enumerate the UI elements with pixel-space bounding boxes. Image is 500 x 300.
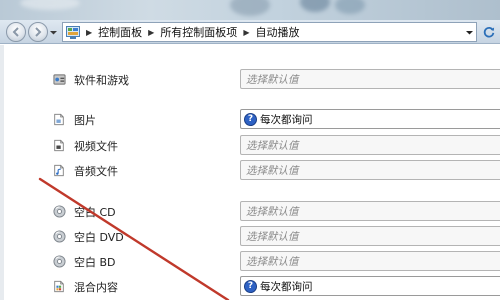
breadcrumb-label[interactable]: 自动播放 bbox=[255, 24, 299, 40]
select-value: 选择默认值 bbox=[246, 205, 299, 218]
default-action-select[interactable]: 选择默认值 bbox=[240, 160, 500, 180]
address-bar[interactable]: ▶ 控制面板 ▶ 所有控制面板项 ▶ 自动播放 bbox=[62, 22, 477, 42]
question-mark-icon: ? bbox=[244, 279, 257, 293]
picture-file-icon bbox=[52, 112, 66, 126]
video-file-icon bbox=[52, 138, 66, 152]
select-value: 选择默认值 bbox=[246, 139, 299, 152]
window-title-strip bbox=[0, 0, 500, 20]
refresh-button[interactable] bbox=[481, 24, 497, 40]
row-label: 视频文件 bbox=[74, 140, 118, 153]
row-label: 空白 BD bbox=[74, 256, 116, 269]
disc-icon bbox=[52, 204, 66, 218]
breadcrumb-all-items[interactable]: ▶ 所有控制面板项 bbox=[142, 24, 237, 40]
back-button[interactable] bbox=[6, 22, 26, 42]
address-history-chevron-down-icon[interactable] bbox=[466, 29, 473, 36]
setting-row-blank-bd: 空白 BD 选择默认值 bbox=[52, 250, 500, 272]
setting-row-audio-files: 音频文件 选择默认值 bbox=[52, 159, 500, 181]
disc-icon bbox=[52, 229, 66, 243]
software-games-icon bbox=[52, 72, 66, 86]
select-value: 选择默认值 bbox=[246, 230, 299, 243]
row-label: 混合内容 bbox=[74, 281, 118, 294]
default-action-select[interactable]: 选择默认值 bbox=[240, 251, 500, 271]
navigation-bar: ▶ 控制面板 ▶ 所有控制面板项 ▶ 自动播放 bbox=[0, 20, 500, 44]
refresh-icon bbox=[483, 27, 495, 38]
row-label: 音频文件 bbox=[74, 165, 118, 178]
row-label: 软件和游戏 bbox=[74, 74, 129, 87]
default-action-select[interactable]: 选择默认值 bbox=[240, 201, 500, 221]
select-value: 选择默认值 bbox=[246, 164, 299, 177]
breadcrumb-autoplay[interactable]: ▶ 自动播放 bbox=[237, 24, 299, 40]
select-value: 每次都询问 bbox=[260, 113, 313, 126]
setting-row-blank-dvd: 空白 DVD 选择默认值 bbox=[52, 225, 500, 247]
audio-file-icon bbox=[52, 163, 66, 177]
back-arrow-icon bbox=[12, 27, 19, 37]
breadcrumb-separator-icon[interactable]: ▶ bbox=[148, 28, 154, 37]
breadcrumb-label[interactable]: 所有控制面板项 bbox=[160, 24, 237, 40]
row-label: 图片 bbox=[74, 114, 96, 127]
default-action-select[interactable]: 选择默认值 bbox=[240, 226, 500, 246]
setting-row-video-files: 视频文件 选择默认值 bbox=[52, 134, 500, 156]
breadcrumb-control-panel[interactable]: ▶ 控制面板 bbox=[84, 24, 142, 40]
forward-arrow-icon bbox=[35, 27, 42, 37]
default-action-select[interactable]: 选择默认值 bbox=[240, 135, 500, 155]
setting-row-blank-cd: 空白 CD 选择默认值 bbox=[52, 200, 500, 222]
select-value: 选择默认值 bbox=[246, 73, 299, 86]
autoplay-settings-panel: 软件和游戏 选择默认值 图片 ? 每次都询问 视频文件 选择默认值 音频文件 选… bbox=[0, 45, 500, 300]
breadcrumb-label[interactable]: 控制面板 bbox=[98, 24, 142, 40]
setting-row-software-games: 软件和游戏 选择默认值 bbox=[52, 68, 500, 90]
default-action-select[interactable]: 选择默认值 bbox=[240, 69, 500, 89]
default-action-select[interactable]: ? 每次都询问 bbox=[240, 109, 500, 129]
forward-button[interactable] bbox=[28, 22, 48, 42]
default-action-select[interactable]: ? 每次都询问 bbox=[240, 276, 500, 296]
left-border bbox=[0, 45, 4, 300]
select-value: 选择默认值 bbox=[246, 255, 299, 268]
mixed-content-icon bbox=[52, 279, 66, 293]
breadcrumb-separator-icon[interactable]: ▶ bbox=[86, 28, 92, 37]
setting-row-mixed-content: 混合内容 ? 每次都询问 bbox=[52, 275, 500, 297]
row-label: 空白 CD bbox=[74, 206, 116, 219]
select-value: 每次都询问 bbox=[260, 280, 313, 293]
row-label: 空白 DVD bbox=[74, 231, 124, 244]
control-panel-icon bbox=[66, 25, 80, 39]
recent-pages-chevron-down-icon[interactable] bbox=[50, 29, 57, 36]
setting-row-pictures: 图片 ? 每次都询问 bbox=[52, 108, 500, 130]
breadcrumb-separator-icon[interactable]: ▶ bbox=[243, 28, 249, 37]
disc-icon bbox=[52, 254, 66, 268]
question-mark-icon: ? bbox=[244, 112, 257, 126]
